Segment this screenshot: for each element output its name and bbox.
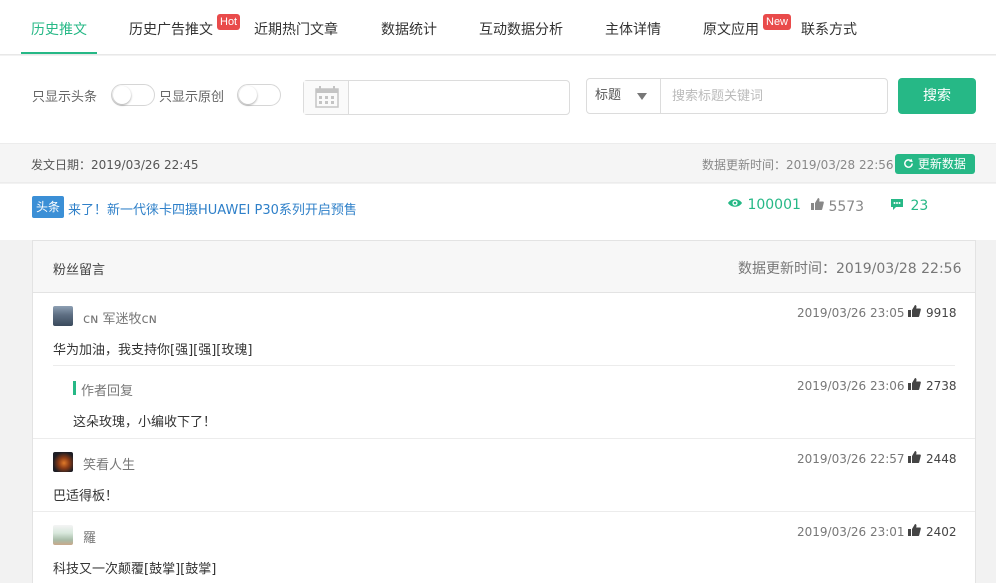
avatar[interactable] bbox=[53, 452, 73, 472]
reply-marker bbox=[73, 381, 76, 395]
tab-original-app[interactable]: 原文应用 bbox=[703, 10, 759, 54]
headline-tag: 头条 bbox=[32, 196, 65, 218]
comment-text: 华为加油，我支持你[强][强][玫瑰] bbox=[53, 343, 253, 358]
tab-label: 原文应用 bbox=[703, 22, 759, 38]
tab-label: 历史推文 bbox=[31, 22, 87, 38]
views-stat: 100001 bbox=[727, 197, 801, 213]
comment-text: 科技又一次颠覆[鼓掌][鼓掌] bbox=[53, 562, 217, 577]
search-button[interactable]: 搜索 bbox=[898, 78, 976, 114]
publish-date: 发文日期：2019/03/26 22:45 bbox=[31, 158, 199, 172]
comment-text: 巴适得板！ bbox=[53, 489, 119, 504]
calendar-icon[interactable] bbox=[304, 81, 349, 114]
caret-down-icon bbox=[637, 93, 647, 100]
comment-time: 2019/03/26 23:01 bbox=[797, 525, 905, 539]
hot-badge: Hot bbox=[217, 14, 241, 30]
info-bar: 发文日期：2019/03/26 22:45 数据更新时间：2019/03/28 … bbox=[0, 143, 996, 183]
comment-likes: 2448 bbox=[926, 452, 957, 466]
thumbs-up-icon[interactable] bbox=[907, 523, 921, 537]
tab-label: 近期热门文章 bbox=[254, 22, 338, 38]
toggle-knob bbox=[113, 86, 131, 104]
comments-panel-title: 粉丝留言 bbox=[53, 263, 106, 278]
thumbs-up-icon[interactable] bbox=[907, 304, 921, 318]
tab-history-posts[interactable]: 历史推文 bbox=[21, 10, 97, 54]
only-headline-label: 只显示头条 bbox=[32, 90, 98, 105]
thumbs-up-icon bbox=[811, 198, 824, 210]
comment-likes: 9918 bbox=[926, 306, 957, 320]
tab-bar: 历史推文 历史广告推文 Hot 近期热门文章 数据统计 互动数据分析 主体详情 … bbox=[0, 0, 996, 55]
comment-icon bbox=[891, 199, 903, 210]
data-update-time: 数据更新时间：2019/03/28 22:56 bbox=[702, 158, 894, 172]
comments-panel-header: 粉丝留言 数据更新时间：2019/03/28 22:56 bbox=[33, 241, 975, 293]
search-box: 标题 bbox=[586, 78, 888, 114]
comments-stat: 23 bbox=[890, 197, 928, 214]
reply-time: 2019/03/26 23:06 bbox=[797, 379, 905, 393]
likes-count: 5573 bbox=[828, 199, 865, 215]
comment-time: 2019/03/26 23:05 bbox=[797, 306, 905, 320]
toggle-knob bbox=[239, 86, 257, 104]
filter-bar: 只显示头条 只显示原创 标题 搜索 bbox=[0, 56, 996, 143]
thumbs-up-icon[interactable] bbox=[907, 450, 921, 464]
comments-panel: 粉丝留言 数据更新时间：2019/03/28 22:56 ᴄɴ 军迷牧ᴄɴ 20… bbox=[32, 240, 976, 583]
author-reply-label: 作者回复 bbox=[81, 384, 134, 399]
tab-label: 互动数据分析 bbox=[479, 22, 563, 38]
likes-stat: 5573 bbox=[810, 197, 864, 215]
only-original-toggle[interactable] bbox=[237, 84, 281, 106]
article-row: 头条 来了！新一代徕卡四摄HUAWEI P30系列开启预售 100001 557… bbox=[0, 184, 996, 240]
tab-entity-details[interactable]: 主体详情 bbox=[605, 10, 661, 54]
thumbs-up-icon[interactable] bbox=[907, 377, 921, 391]
search-field-select[interactable]: 标题 bbox=[587, 79, 661, 113]
comment-item: 羅 2019/03/26 23:01 2402 科技又一次颠覆[鼓掌][鼓掌] bbox=[33, 512, 975, 583]
tab-label: 历史广告推文 bbox=[129, 22, 213, 38]
refresh-icon bbox=[904, 158, 913, 168]
date-picker[interactable] bbox=[303, 80, 570, 115]
only-headline-toggle[interactable] bbox=[111, 84, 155, 106]
refresh-data-button[interactable]: 更新数据 bbox=[895, 154, 975, 174]
comments-update-time: 数据更新时间：2019/03/28 22:56 bbox=[738, 261, 962, 277]
comments-count: 23 bbox=[910, 198, 929, 214]
tab-contact[interactable]: 联系方式 bbox=[801, 10, 857, 54]
comment-item: ᴄɴ 军迷牧ᴄɴ 2019/03/26 23:05 9918 华为加油，我支持你… bbox=[33, 293, 975, 439]
article-title-link[interactable]: 来了！新一代徕卡四摄HUAWEI P30系列开启预售 bbox=[68, 199, 357, 218]
comment-item: 笑看人生 2019/03/26 22:57 2448 巴适得板！ bbox=[33, 439, 975, 512]
avatar[interactable] bbox=[53, 306, 73, 326]
new-badge: New bbox=[763, 14, 792, 30]
tab-interaction-analysis[interactable]: 互动数据分析 bbox=[479, 10, 563, 54]
eye-icon bbox=[728, 199, 742, 207]
tab-statistics[interactable]: 数据统计 bbox=[381, 10, 437, 54]
comment-likes: 2402 bbox=[926, 525, 957, 539]
commenter-name: 笑看人生 bbox=[83, 458, 136, 473]
comment-time: 2019/03/26 22:57 bbox=[797, 452, 905, 466]
select-value: 标题 bbox=[595, 88, 622, 103]
only-original-label: 只显示原创 bbox=[159, 90, 225, 105]
views-count: 100001 bbox=[747, 197, 801, 213]
tab-history-ads[interactable]: 历史广告推文 bbox=[129, 10, 213, 54]
reply-likes: 2738 bbox=[926, 379, 957, 393]
commenter-name: ᴄɴ 军迷牧ᴄɴ bbox=[83, 312, 157, 327]
tab-hot-articles[interactable]: 近期热门文章 bbox=[254, 10, 338, 54]
tab-label: 主体详情 bbox=[605, 22, 661, 38]
avatar[interactable] bbox=[53, 525, 73, 545]
reply-text: 这朵玫瑰，小编收下了！ bbox=[73, 415, 217, 430]
search-input[interactable] bbox=[662, 79, 886, 113]
tab-label: 数据统计 bbox=[381, 22, 437, 38]
refresh-label: 更新数据 bbox=[917, 157, 966, 171]
commenter-name: 羅 bbox=[83, 531, 97, 546]
tab-label: 联系方式 bbox=[801, 22, 857, 38]
author-reply: 作者回复 2019/03/26 23:06 2738 这朵玫瑰，小编收下了！ bbox=[53, 365, 957, 438]
